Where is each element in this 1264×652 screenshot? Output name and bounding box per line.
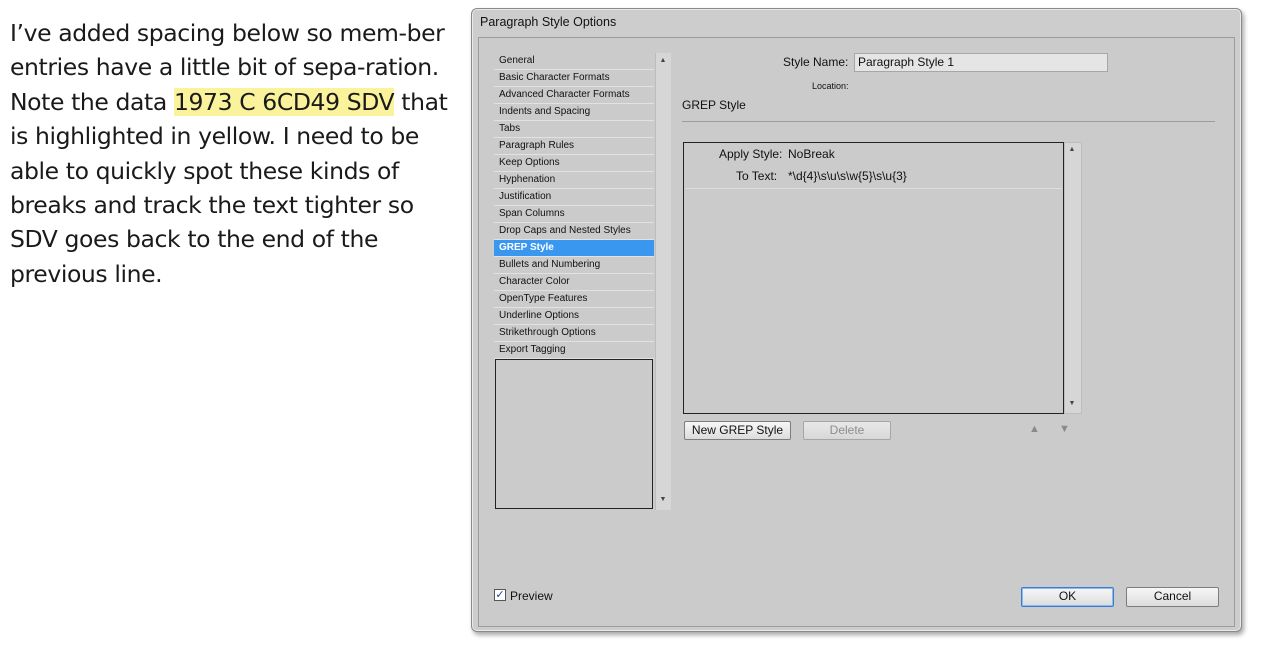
category-item[interactable]: Bullets and Numbering	[494, 257, 654, 274]
preview-checkbox[interactable]: ✓	[494, 589, 506, 601]
move-down-icon[interactable]: ▼	[1059, 423, 1070, 435]
category-item[interactable]: Span Columns	[494, 206, 654, 223]
delete-button[interactable]: Delete	[803, 421, 891, 440]
category-item[interactable]: Drop Caps and Nested Styles	[494, 223, 654, 240]
category-item[interactable]: GREP Style	[494, 240, 654, 257]
article-paragraph: I’ve added spacing below so mem-ber entr…	[10, 16, 465, 291]
category-item[interactable]: Tabs	[494, 121, 654, 138]
grep-scrollbar[interactable]	[1064, 142, 1082, 414]
grep-scroll-up-icon[interactable]: ▲	[1067, 146, 1077, 153]
category-item[interactable]: OpenType Features	[494, 291, 654, 308]
grep-scroll-down-icon[interactable]: ▼	[1067, 400, 1077, 407]
style-name-input[interactable]: Paragraph Style 1	[854, 53, 1108, 72]
move-up-icon[interactable]: ▲	[1029, 423, 1040, 435]
scroll-down-arrow-icon[interactable]: ▼	[658, 496, 668, 503]
location-label: Location:	[812, 81, 849, 91]
apply-style-value[interactable]: NoBreak	[788, 147, 835, 161]
category-item[interactable]: Advanced Character Formats	[494, 87, 654, 104]
category-item[interactable]: Paragraph Rules	[494, 138, 654, 155]
category-list-empty-area	[495, 359, 653, 509]
to-text-label: To Text:	[736, 169, 778, 183]
section-divider	[682, 121, 1215, 122]
cancel-button[interactable]: Cancel	[1126, 587, 1219, 607]
section-title: GREP Style	[682, 98, 746, 112]
category-item[interactable]: Justification	[494, 189, 654, 206]
category-item[interactable]: General	[494, 53, 654, 70]
apply-style-label: Apply Style:	[719, 147, 783, 161]
highlighted-data: 1973 C 6CD49 SDV	[173, 87, 395, 116]
category-scrollbar[interactable]	[655, 53, 671, 510]
category-item[interactable]: Basic Character Formats	[494, 70, 654, 87]
category-item[interactable]: Hyphenation	[494, 172, 654, 189]
to-text-value[interactable]: *\d{4}\s\u\s\w{5}\s\u{3}	[788, 169, 907, 183]
grep-row-divider	[686, 188, 1062, 189]
category-item[interactable]: Keep Options	[494, 155, 654, 172]
category-item[interactable]: Indents and Spacing	[494, 104, 654, 121]
preview-label: Preview	[510, 589, 553, 603]
category-item[interactable]: Export Tagging	[494, 342, 654, 359]
dialog-title: Paragraph Style Options	[480, 15, 617, 29]
category-item[interactable]: Underline Options	[494, 308, 654, 325]
article-text-after: that is highlighted in yellow. I need to…	[10, 87, 448, 288]
ok-button[interactable]: OK	[1021, 587, 1114, 607]
style-name-label: Style Name:	[783, 55, 849, 69]
scroll-up-arrow-icon[interactable]: ▲	[658, 57, 668, 64]
category-item[interactable]: Strikethrough Options	[494, 325, 654, 342]
category-item[interactable]: Character Color	[494, 274, 654, 291]
new-grep-style-button[interactable]: New GREP Style	[684, 421, 791, 440]
